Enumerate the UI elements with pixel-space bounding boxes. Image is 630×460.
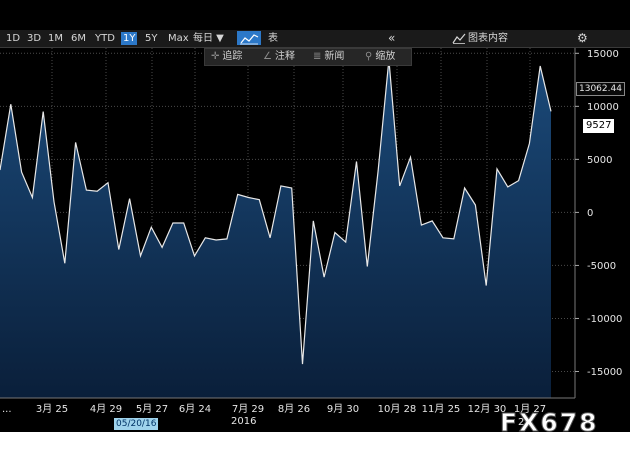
chart-content-label: 图表内容 [468,33,508,44]
annotate-tool[interactable]: ∠ 注释 [263,50,295,64]
range-ytd-button[interactable]: YTD [93,32,117,45]
x-tick-label: 8月 26 [278,403,310,415]
zoom-tool[interactable]: ⚲ 缩放 [365,50,395,64]
last-value-label: 13062.44 [576,82,625,96]
chart-tools-bar: ✛ 追踪 ∠ 注释 ≣ 新闻 ⚲ 缩放 [204,48,412,66]
y-tick-label: -10000 [587,314,622,325]
range-toolbar: 1D 3D 1M 6M YTD 1Y 5Y Max 每日 ▼ 表 « 图表内容 … [0,30,630,48]
cursor-date-label: 05/20/16 [114,418,159,430]
table-view-button[interactable]: 表 [268,32,278,45]
x-tick-label: 6月 24 [179,403,211,415]
x-tick-label: 7月 29 [232,403,264,415]
frequency-dropdown[interactable]: 每日 ▼ [193,32,224,45]
track-label: 追踪 [222,51,243,62]
y-tick-label: 5000 [587,155,612,166]
chart-content-icon [452,33,466,44]
y-tick-label: 10000 [587,102,619,113]
annotate-label: 注释 [274,51,295,62]
bloomberg-chart-window: 1D 3D 1M 6M YTD 1Y 5Y Max 每日 ▼ 表 « 图表内容 … [0,0,630,432]
x-tick-label: 3月 25 [36,403,68,415]
crosshair-icon: ✛ [211,51,220,62]
gear-icon[interactable]: ⚙ [577,31,588,45]
year-label: 2016 [231,416,257,427]
range-1y-button[interactable]: 1Y [121,32,138,45]
track-tool[interactable]: ✛ 追踪 [211,50,242,64]
pencil-icon: ∠ [263,51,272,62]
x-tick-label: 10月 28 [378,403,417,415]
range-max-button[interactable]: Max [166,32,191,45]
chart-canvas[interactable]: 15000 10000 5000 0 -5000 -10000 -15000 ... 3月 2… [0,48,630,432]
news-tool[interactable]: ≣ 新闻 [313,50,344,64]
x-tick-label: 11月 25 [422,403,461,415]
y-tick-label: -15000 [587,367,622,378]
y-tick-label: -5000 [587,261,616,272]
x-tick-label: 4月 29 [90,403,122,415]
watermark-logo: FX678 [500,408,599,438]
range-3d-button[interactable]: 3D [25,32,43,45]
current-value-label: 9527 [582,118,616,134]
range-1d-button[interactable]: 1D [4,32,22,45]
range-1m-button[interactable]: 1M [46,32,65,45]
collapse-icon[interactable]: « [388,31,395,45]
magnifier-icon: ⚲ [365,51,373,62]
y-tick-label: 15000 [587,49,619,60]
line-chart-icon[interactable] [237,31,261,45]
x-tick-label: 5月 27 [136,403,168,415]
x-axis-ellipsis: ... [2,404,12,415]
x-tick-label: 9月 30 [327,403,359,415]
chart-content-button[interactable]: 图表内容 [452,32,508,45]
range-5y-button[interactable]: 5Y [143,32,159,45]
y-tick-label: 0 [587,208,593,219]
news-icon: ≣ [313,51,322,62]
news-label: 新闻 [324,51,345,62]
zoom-label: 缩放 [375,51,396,62]
range-6m-button[interactable]: 6M [69,32,88,45]
